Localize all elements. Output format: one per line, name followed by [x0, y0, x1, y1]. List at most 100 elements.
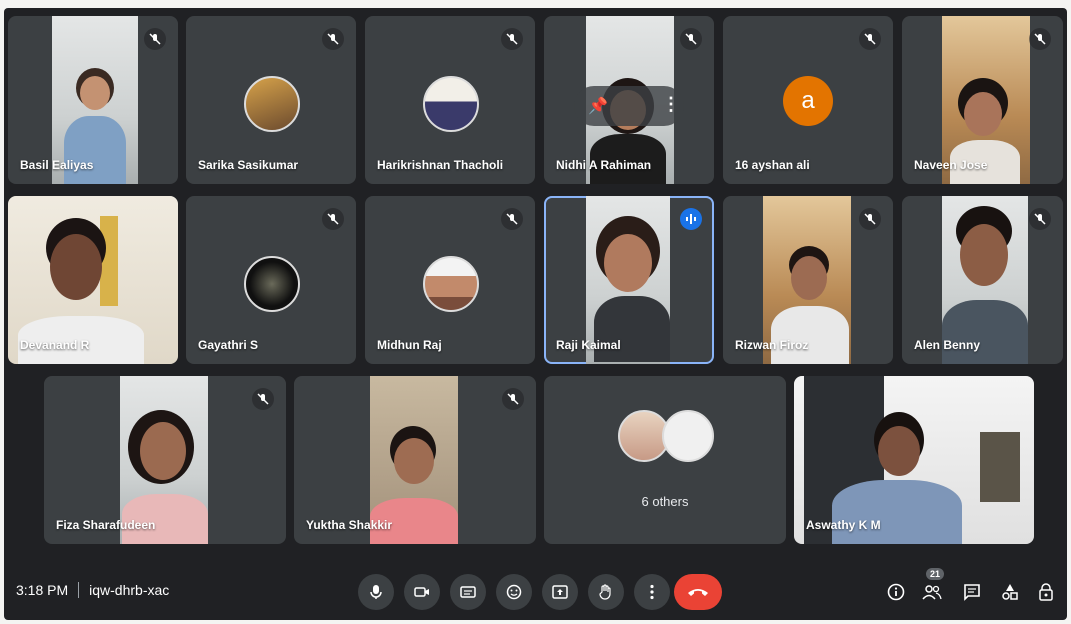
more-vert-icon	[650, 584, 654, 600]
participant-body	[771, 306, 849, 364]
people-icon	[922, 585, 942, 600]
others-label: 6 others	[641, 494, 689, 509]
mic-off-icon	[322, 28, 344, 50]
mic-off-icon	[680, 28, 702, 50]
participant-face	[394, 438, 434, 484]
participant-name: Nidhi A Rahiman	[556, 158, 652, 172]
mic-off-icon	[252, 388, 274, 410]
participant-name: Harikrishnan Thacholi	[377, 158, 504, 172]
meeting-stage: Basil Ealiyas Sarika Sasikumar Harikrish…	[4, 8, 1067, 620]
participant-name: Alen Benny	[914, 338, 981, 352]
end-call-icon	[688, 589, 708, 596]
participant-avatar	[244, 76, 300, 132]
participant-face	[50, 234, 102, 300]
participant-face	[791, 256, 827, 300]
participant-tile[interactable]: 📌 ⋮ Nidhi A Rahiman	[544, 16, 714, 184]
info-icon	[887, 583, 905, 601]
participant-avatar	[244, 256, 300, 312]
participant-tile[interactable]: Aswathy K M	[794, 376, 1034, 544]
participant-name: Fiza Sharafudeen	[56, 518, 156, 532]
lock-person-icon	[1039, 583, 1053, 601]
meeting-details: 3:18 PM iqw-dhrb-xac	[16, 582, 169, 598]
meeting-info-button[interactable]	[884, 580, 908, 604]
reactions-button[interactable]	[496, 574, 532, 610]
participant-avatar: a	[783, 76, 833, 126]
mic-off-icon	[501, 28, 523, 50]
pin-icon[interactable]: 📌	[588, 96, 608, 116]
divider	[78, 582, 80, 598]
chat-icon	[964, 584, 980, 601]
microphone-button[interactable]	[358, 574, 394, 610]
wall-picture	[980, 432, 1020, 502]
participant-name: Rizwan Firoz	[735, 338, 809, 352]
raise-hand-button[interactable]	[588, 574, 624, 610]
participant-name: 16 ayshan ali	[735, 158, 810, 172]
participant-name: Aswathy K M	[806, 518, 881, 532]
others-avatar	[662, 410, 714, 462]
participant-tile[interactable]: Sarika Sasikumar	[186, 16, 356, 184]
participant-body	[832, 480, 962, 544]
participant-tile[interactable]: Gayathri S	[186, 196, 356, 364]
participant-name: Basil Ealiyas	[20, 158, 94, 172]
mic-off-icon	[1029, 208, 1051, 230]
participant-face	[878, 426, 920, 476]
present-icon	[552, 585, 568, 599]
participant-name: Midhun Raj	[377, 338, 442, 352]
captions-icon	[460, 586, 476, 598]
participant-tile[interactable]: Alen Benny	[902, 196, 1063, 364]
more-options-icon[interactable]: ⋮	[662, 94, 680, 115]
participant-name: Devanand R	[20, 338, 90, 352]
meeting-time: 3:18 PM	[16, 582, 69, 598]
leave-call-button[interactable]	[674, 574, 722, 610]
participant-tile[interactable]: a 16 ayshan ali	[723, 16, 893, 184]
participant-name: Yuktha Shakkir	[306, 518, 393, 532]
mic-off-icon	[1029, 28, 1051, 50]
microphone-icon	[370, 585, 382, 599]
mic-off-icon	[859, 28, 881, 50]
mic-off-icon	[502, 388, 524, 410]
activities-button[interactable]	[998, 580, 1022, 604]
participant-tile[interactable]: Rizwan Firoz	[723, 196, 893, 364]
activities-icon	[1002, 584, 1018, 600]
mic-off-icon	[322, 208, 344, 230]
chat-button[interactable]	[960, 580, 984, 604]
camera-icon	[414, 587, 429, 597]
participant-face	[140, 422, 186, 480]
participant-tile[interactable]: Midhun Raj	[365, 196, 535, 364]
camera-button[interactable]	[404, 574, 440, 610]
participant-name: Sarika Sasikumar	[198, 158, 299, 172]
participant-tile[interactable]: Basil Ealiyas	[8, 16, 178, 184]
participants-button[interactable]: 21	[920, 568, 945, 604]
mic-off-icon	[859, 208, 881, 230]
participant-tile-speaking[interactable]: Raji Kaimal	[544, 196, 714, 364]
bottom-control-bar: 3:18 PM iqw-dhrb-xac 21	[4, 564, 1067, 620]
participant-name: Raji Kaimal	[556, 338, 621, 352]
participant-name: Naveen Jose	[914, 158, 988, 172]
participant-face	[80, 76, 110, 110]
host-controls-button[interactable]	[1034, 580, 1058, 604]
participant-face	[604, 234, 652, 292]
participant-face	[964, 92, 1002, 136]
more-options-button[interactable]	[634, 574, 670, 610]
meeting-code[interactable]: iqw-dhrb-xac	[89, 582, 169, 598]
speaking-indicator-icon	[680, 208, 702, 230]
present-screen-button[interactable]	[542, 574, 578, 610]
mic-off-icon	[501, 208, 523, 230]
captions-button[interactable]	[450, 574, 486, 610]
participant-tile[interactable]: Harikrishnan Thacholi	[365, 16, 535, 184]
participants-count-badge: 21	[926, 568, 945, 580]
participant-tile[interactable]: Yuktha Shakkir	[294, 376, 536, 544]
participant-body	[594, 296, 670, 362]
participant-body	[942, 300, 1028, 364]
participant-avatar	[423, 256, 479, 312]
others-tile[interactable]: 6 others	[544, 376, 786, 544]
participant-avatar	[423, 76, 479, 132]
participant-tile[interactable]: Naveen Jose	[902, 16, 1063, 184]
participant-tile[interactable]: Fiza Sharafudeen	[44, 376, 286, 544]
participant-tile[interactable]: Devanand R	[8, 196, 178, 364]
hand-icon	[599, 584, 611, 600]
participant-name: Gayathri S	[198, 338, 259, 352]
emoji-icon	[506, 584, 522, 600]
participant-face	[960, 224, 1008, 286]
mic-off-icon	[144, 28, 166, 50]
